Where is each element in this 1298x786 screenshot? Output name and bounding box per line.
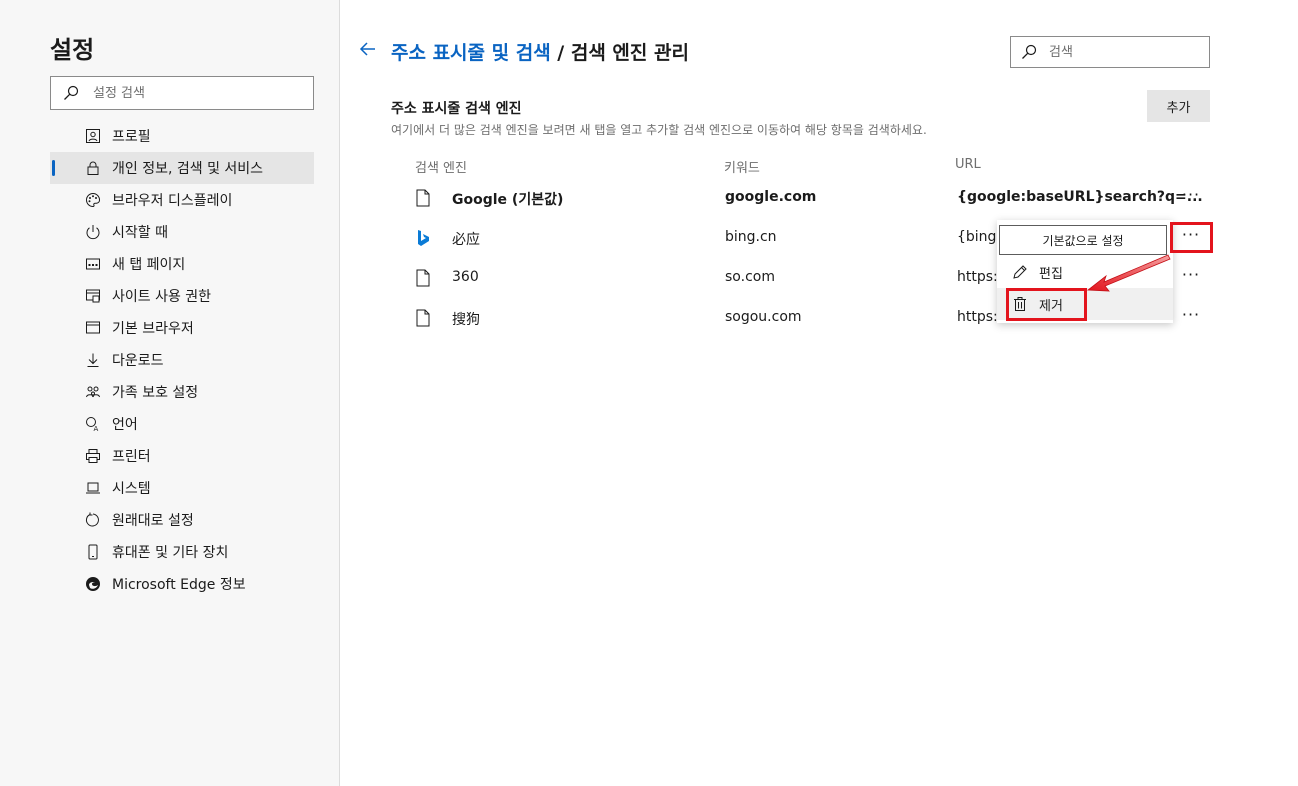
engine-keyword: so.com bbox=[725, 269, 775, 285]
svg-text:A: A bbox=[94, 425, 99, 432]
main-content: 주소 표시줄 및 검색 / 검색 엔진 관리 주소 표시줄 검색 엔진 여기에서… bbox=[341, 0, 1298, 786]
engine-name: 必应 bbox=[452, 232, 480, 248]
new-tab-icon bbox=[84, 255, 102, 273]
default-browser-icon bbox=[84, 319, 102, 337]
more-options-button[interactable]: ··· bbox=[1177, 306, 1205, 330]
page-search-input[interactable] bbox=[1049, 44, 1199, 60]
breadcrumb-link-address-bar[interactable]: 주소 표시줄 및 검색 bbox=[391, 42, 551, 64]
engine-name: 搜狗 bbox=[452, 312, 480, 328]
sidebar-item-appearance[interactable]: 브라우저 디스플레이 bbox=[50, 184, 314, 216]
breadcrumb: 주소 표시줄 및 검색 / 검색 엔진 관리 bbox=[391, 38, 689, 65]
sidebar-item-reset[interactable]: 원래대로 설정 bbox=[50, 504, 314, 536]
more-options-button[interactable]: ··· bbox=[1177, 186, 1205, 210]
remove-menu-item[interactable]: 제거 bbox=[997, 288, 1173, 320]
sidebar-item-label: 브라우저 디스플레이 bbox=[112, 193, 233, 209]
back-arrow-icon[interactable] bbox=[359, 40, 379, 60]
sidebar-item-label: 새 탭 페이지 bbox=[112, 257, 186, 273]
column-header-keyword: 키워드 bbox=[724, 161, 760, 176]
sidebar-item-family[interactable]: 가족 보호 설정 bbox=[50, 376, 314, 408]
pencil-icon bbox=[1011, 263, 1029, 281]
sidebar-item-profile[interactable]: 프로필 bbox=[50, 120, 314, 152]
sidebar-item-about[interactable]: Microsoft Edge 정보 bbox=[50, 568, 314, 600]
search-icon bbox=[1021, 43, 1039, 61]
breadcrumb-separator: / bbox=[550, 42, 571, 64]
sidebar-item-label: 시작할 때 bbox=[112, 225, 168, 241]
sidebar-item-label: 프로필 bbox=[112, 129, 151, 145]
more-options-button[interactable]: ··· bbox=[1177, 266, 1205, 290]
sidebar-item-phone[interactable]: 휴대폰 및 기타 장치 bbox=[50, 536, 314, 568]
sidebar-item-system[interactable]: 시스템 bbox=[50, 472, 314, 504]
engine-keyword: google.com bbox=[725, 189, 817, 205]
sidebar-item-label: 기본 브라우저 bbox=[112, 321, 194, 337]
engine-url: https:/ bbox=[957, 309, 1003, 325]
sidebar-item-label: 개인 정보, 검색 및 서비스 bbox=[112, 161, 264, 177]
sidebar-item-label: 프린터 bbox=[112, 449, 151, 465]
column-header-url: URL bbox=[955, 157, 981, 172]
bing-icon bbox=[415, 228, 431, 248]
edit-menu-item[interactable]: 편집 bbox=[997, 256, 1173, 288]
engine-name: 360 bbox=[452, 269, 479, 285]
sidebar-item-startup[interactable]: 시작할 때 bbox=[50, 216, 314, 248]
settings-search-box[interactable] bbox=[50, 76, 314, 110]
engine-keyword: sogou.com bbox=[725, 309, 802, 325]
sidebar-item-label: 시스템 bbox=[112, 481, 151, 497]
profile-icon bbox=[84, 127, 102, 145]
sidebar-item-new-tab[interactable]: 새 탭 페이지 bbox=[50, 248, 314, 280]
sidebar-item-label: 다운로드 bbox=[112, 353, 164, 369]
add-search-engine-button[interactable]: 추가 bbox=[1147, 90, 1210, 122]
section-description: 여기에서 더 많은 검색 엔진을 보려면 새 탭을 열고 추가할 검색 엔진으로… bbox=[391, 123, 927, 137]
sidebar-title: 설정 bbox=[50, 36, 95, 64]
engine-url: {google:baseURL}search?q=... bbox=[957, 189, 1203, 205]
sidebar-item-label: Microsoft Edge 정보 bbox=[112, 577, 246, 593]
sidebar-item-downloads[interactable]: 다운로드 bbox=[50, 344, 314, 376]
page-icon bbox=[415, 268, 431, 288]
reset-icon bbox=[84, 511, 102, 529]
sidebar-item-label: 휴대폰 및 기타 장치 bbox=[112, 545, 229, 561]
context-menu: 기본값으로 설정 편집 제거 bbox=[997, 220, 1173, 323]
sidebar-item-label: 언어 bbox=[112, 417, 138, 433]
sidebar-item-default-browser[interactable]: 기본 브라우저 bbox=[50, 312, 314, 344]
engine-url: https:/ bbox=[957, 269, 1003, 285]
sidebar-item-printers[interactable]: 프린터 bbox=[50, 440, 314, 472]
lock-icon bbox=[84, 159, 102, 177]
phone-icon bbox=[84, 543, 102, 561]
sidebar-item-languages[interactable]: A 언어 bbox=[50, 408, 314, 440]
engine-name: Google (기본값) bbox=[452, 192, 564, 208]
palette-icon bbox=[84, 191, 102, 209]
download-icon bbox=[84, 351, 102, 369]
sidebar-item-label: 원래대로 설정 bbox=[112, 513, 194, 529]
column-header-engine: 검색 엔진 bbox=[415, 161, 467, 176]
printer-icon bbox=[84, 447, 102, 465]
settings-search-input[interactable] bbox=[93, 85, 303, 101]
sidebar-item-label: 사이트 사용 권한 bbox=[112, 289, 212, 305]
remove-label: 제거 bbox=[1039, 298, 1063, 314]
search-icon bbox=[63, 84, 81, 102]
power-icon bbox=[84, 223, 102, 241]
edit-label: 편집 bbox=[1039, 266, 1063, 282]
page-search-box[interactable] bbox=[1010, 36, 1210, 68]
edge-icon bbox=[84, 575, 102, 593]
engine-keyword: bing.cn bbox=[725, 229, 777, 245]
sidebar-item-privacy[interactable]: 개인 정보, 검색 및 서비스 bbox=[50, 152, 314, 184]
page-icon bbox=[415, 308, 431, 328]
site-permissions-icon bbox=[84, 287, 102, 305]
set-default-menu-item[interactable]: 기본값으로 설정 bbox=[999, 225, 1167, 255]
family-icon bbox=[84, 383, 102, 401]
language-icon: A bbox=[84, 415, 102, 433]
sidebar: 설정 프로필 개인 정보, 검색 및 서비스 브라우저 디스플레이 시작할 때 … bbox=[0, 0, 340, 786]
page-icon bbox=[415, 188, 431, 208]
section-title: 주소 표시줄 검색 엔진 bbox=[391, 101, 522, 117]
page-title: 검색 엔진 관리 bbox=[570, 42, 689, 64]
more-options-button[interactable]: ··· bbox=[1177, 226, 1205, 250]
settings-nav: 프로필 개인 정보, 검색 및 서비스 브라우저 디스플레이 시작할 때 새 탭… bbox=[50, 120, 314, 600]
system-icon bbox=[84, 479, 102, 497]
trash-icon bbox=[1011, 295, 1029, 313]
sidebar-item-site-permissions[interactable]: 사이트 사용 권한 bbox=[50, 280, 314, 312]
table-row: Google (기본값) google.com {google:baseURL}… bbox=[401, 178, 1221, 218]
sidebar-item-label: 가족 보호 설정 bbox=[112, 385, 199, 401]
